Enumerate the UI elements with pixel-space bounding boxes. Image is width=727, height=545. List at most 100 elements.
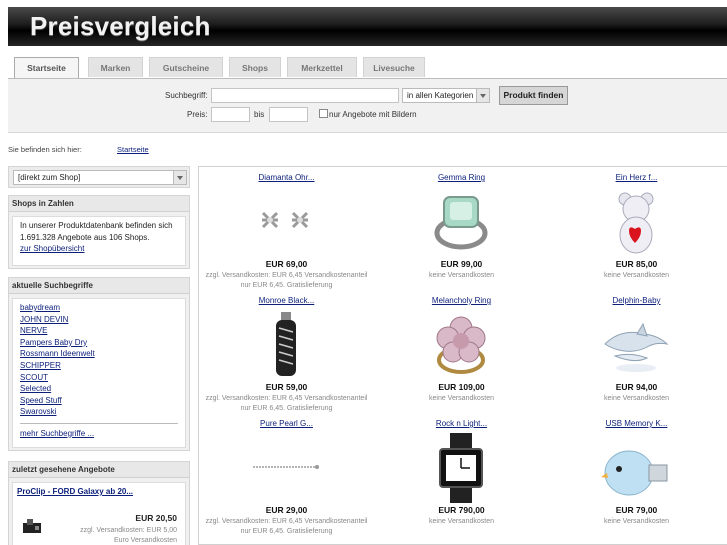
shop-stats-line1: In unserer Produktdatenbank befinden sic… bbox=[20, 221, 173, 230]
search-term-link[interactable]: Swarovski bbox=[20, 407, 56, 416]
product-card: Melancholy Ring EUR 109,00 keine Versand… bbox=[374, 290, 549, 414]
shipping-info: zzgl. Versandkosten: EUR 6,45 Versandkos… bbox=[205, 518, 368, 525]
shop-select-box: [direkt zum Shop] bbox=[8, 166, 190, 188]
product-card: USB Memory K... EUR 79,00 keine Versandk… bbox=[549, 413, 724, 537]
shop-stats-line2: 1.691.328 Angebote aus 106 Shops. bbox=[20, 232, 150, 242]
search-term-link[interactable]: SCOUT bbox=[20, 373, 48, 382]
shipping-info: keine Versandkosten bbox=[604, 518, 669, 525]
product-price: EUR 790,00 bbox=[438, 505, 485, 515]
price-min-input[interactable] bbox=[211, 107, 250, 122]
shipping-note: nur EUR 6,45. Gratislieferung bbox=[240, 281, 333, 289]
recently-viewed-box: zuletzt gesehene Angebote ProClip - FORD… bbox=[8, 461, 190, 545]
product-name-link[interactable]: Pure Pearl G... bbox=[199, 419, 374, 428]
shipping-note: nur EUR 6,45. Gratislieferung bbox=[240, 527, 333, 535]
tab-shops[interactable]: Shops bbox=[229, 57, 281, 77]
breadcrumb-label: Sie befinden sich hier: bbox=[8, 145, 82, 154]
product-card: Diamanta Ohr... EUR 69,00 zzgl. Versandk… bbox=[199, 167, 374, 291]
price-max-input[interactable] bbox=[269, 107, 308, 122]
search-input[interactable] bbox=[211, 88, 399, 103]
product-card: Pure Pearl G... EUR 29,00 zzgl. Versandk… bbox=[199, 413, 374, 537]
dolphin-icon[interactable] bbox=[601, 310, 671, 380]
usb-stick-icon[interactable] bbox=[251, 310, 321, 380]
shop-overview-link[interactable]: zur Shopübersicht bbox=[20, 244, 84, 253]
recent-item-shipping-note: Euro Versandkosten bbox=[113, 537, 177, 544]
tab-marken[interactable]: Marken bbox=[88, 57, 143, 77]
product-name-link[interactable]: Rock n Light... bbox=[374, 419, 549, 428]
shop-stats-title: Shops in Zahlen bbox=[9, 196, 189, 212]
category-select[interactable]: in allen Kategorien bbox=[402, 88, 490, 103]
chevron-down-icon bbox=[476, 89, 489, 102]
product-card: Delphin-Baby EUR 94,00 keine Versandkost… bbox=[549, 290, 724, 414]
tab-gutscheine[interactable]: Gutscheine bbox=[149, 57, 223, 77]
earrings-icon[interactable] bbox=[251, 187, 321, 257]
search-term-link[interactable]: Pampers Baby Dry bbox=[20, 338, 87, 347]
product-price: EUR 29,00 bbox=[265, 505, 308, 515]
shop-select-value: [direkt zum Shop] bbox=[18, 173, 81, 182]
flower-ring-icon[interactable] bbox=[426, 310, 496, 380]
product-card: Monroe Black... EUR 59,00 zzgl. Versandk… bbox=[199, 290, 374, 414]
shipping-info: keine Versandkosten bbox=[429, 272, 494, 279]
recently-viewed-title: zuletzt gesehene Angebote bbox=[9, 462, 189, 478]
tab-livesuche[interactable]: Livesuche bbox=[363, 57, 425, 77]
breadcrumb: Sie befinden sich hier: Startseite bbox=[8, 145, 149, 154]
product-card: Rock n Light... EUR 790,00 keine Versand… bbox=[374, 413, 549, 537]
search-term-link[interactable]: SCHIPPER bbox=[20, 361, 61, 370]
search-term-link[interactable]: JOHN DEVIN bbox=[20, 315, 68, 324]
shipping-info: zzgl. Versandkosten: EUR 6,45 Versandkos… bbox=[205, 272, 368, 279]
product-price: EUR 85,00 bbox=[615, 259, 658, 269]
product-name-link[interactable]: Delphin-Baby bbox=[549, 296, 724, 305]
search-term-link[interactable]: Speed Stuff bbox=[20, 396, 62, 405]
category-select-value: in allen Kategorien bbox=[407, 91, 474, 100]
product-card: Gemma Ring EUR 99,00 keine Versandkosten bbox=[374, 167, 549, 291]
product-price: EUR 79,00 bbox=[615, 505, 658, 515]
price-to-label: bis bbox=[254, 110, 265, 119]
product-name-link[interactable]: Ein Herz f... bbox=[549, 173, 724, 182]
product-name-link[interactable]: Gemma Ring bbox=[374, 173, 549, 182]
search-term-link[interactable]: Selected bbox=[20, 384, 51, 393]
find-product-button[interactable]: Produkt finden bbox=[499, 86, 568, 105]
search-panel: Suchbegriff: in allen Kategorien Produkt… bbox=[8, 78, 727, 133]
price-label: Preis: bbox=[187, 110, 208, 119]
images-only-checkbox[interactable] bbox=[319, 109, 328, 118]
product-name-link[interactable]: Monroe Black... bbox=[199, 296, 374, 305]
product-name-link[interactable]: USB Memory K... bbox=[549, 419, 724, 428]
tab-startseite[interactable]: Startseite bbox=[14, 57, 79, 79]
search-term-link[interactable]: NERVE bbox=[20, 326, 47, 335]
search-term-link[interactable]: Rossmann Ideenwelt bbox=[20, 349, 95, 358]
shipping-info: zzgl. Versandkosten: EUR 6,45 Versandkos… bbox=[205, 395, 368, 402]
site-logo[interactable]: Preisvergleich bbox=[30, 11, 211, 42]
current-searches-box: aktuelle Suchbegriffe babydream JOHN DEV… bbox=[8, 277, 190, 451]
shop-stats-box: Shops in Zahlen In unserer Produktdatenb… bbox=[8, 195, 190, 269]
watch-icon[interactable] bbox=[426, 433, 496, 503]
site-header: Preisvergleich bbox=[8, 7, 727, 46]
search-label: Suchbegriff: bbox=[165, 91, 208, 100]
recent-item-price: EUR 20,50 bbox=[135, 513, 177, 523]
shop-select[interactable]: [direkt zum Shop] bbox=[13, 170, 187, 185]
more-searches-link[interactable]: mehr Suchbegriffe ... bbox=[20, 429, 94, 438]
divider bbox=[20, 422, 178, 424]
product-name-link[interactable]: Melancholy Ring bbox=[374, 296, 549, 305]
recent-item-link[interactable]: ProClip - FORD Galaxy ab 20... bbox=[17, 487, 133, 496]
shipping-info: keine Versandkosten bbox=[604, 395, 669, 402]
shipping-info: keine Versandkosten bbox=[429, 518, 494, 525]
car-mount-icon bbox=[23, 519, 41, 533]
product-grid: Diamanta Ohr... EUR 69,00 zzgl. Versandk… bbox=[198, 166, 727, 545]
images-only-label: nur Angebote mit Bildern bbox=[329, 110, 417, 119]
chevron-down-icon bbox=[173, 171, 186, 184]
breadcrumb-link-startseite[interactable]: Startseite bbox=[117, 145, 149, 154]
current-searches-title: aktuelle Suchbegriffe bbox=[9, 278, 189, 294]
shipping-note: nur EUR 6,45. Gratislieferung bbox=[240, 404, 333, 412]
tab-merkzettel[interactable]: Merkzettel bbox=[287, 57, 357, 77]
shipping-info: keine Versandkosten bbox=[429, 395, 494, 402]
product-price: EUR 99,00 bbox=[440, 259, 483, 269]
teddy-bear-icon[interactable] bbox=[601, 187, 671, 257]
product-name-link[interactable]: Diamanta Ohr... bbox=[199, 173, 374, 182]
ring-icon[interactable] bbox=[426, 187, 496, 257]
product-card: Ein Herz f... EUR 85,00 keine Versandkos… bbox=[549, 167, 724, 291]
bracelet-icon[interactable] bbox=[251, 433, 321, 503]
bird-usb-icon[interactable] bbox=[601, 433, 671, 503]
shipping-info: keine Versandkosten bbox=[604, 272, 669, 279]
product-price: EUR 59,00 bbox=[265, 382, 308, 392]
product-price: EUR 109,00 bbox=[438, 382, 485, 392]
search-term-link[interactable]: babydream bbox=[20, 303, 60, 312]
